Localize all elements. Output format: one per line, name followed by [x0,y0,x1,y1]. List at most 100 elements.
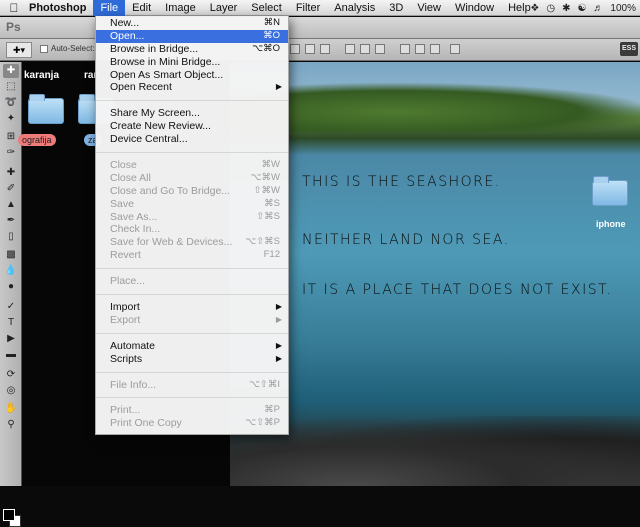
menu-filter[interactable]: Filter [289,0,327,16]
gradient-tool-icon[interactable]: ▩ [3,248,19,262]
menu-item-automate[interactable]: Automate ▶ [96,340,288,353]
eyedropper-tool-icon[interactable]: ✑ [3,146,19,160]
eraser-tool-icon[interactable]: ▯ [3,230,19,244]
wifi-icon[interactable]: ☯ [577,3,586,14]
tool-preset-picker[interactable]: ✚▾ [6,42,32,58]
type-tool-icon[interactable]: T [3,316,19,330]
distribute-hcenter-icon[interactable] [415,44,425,54]
menu-item-open-as-smart-object[interactable]: Open As Smart Object... [96,69,288,82]
menu-item-label: Close [110,159,137,172]
desktop-tag-label: ografija [18,134,56,146]
menu-separator [96,371,288,373]
auto-select-checkbox[interactable] [40,44,48,53]
auto-align-icon[interactable] [450,44,460,54]
move-tool-icon[interactable]: ✚ [3,64,19,78]
align-top-icon[interactable] [290,44,300,54]
battery-label[interactable]: 100% [610,3,636,14]
3d-orbit-tool-icon[interactable]: ◎ [3,384,19,398]
bluetooth-icon[interactable]: ✱ [562,3,570,14]
menu-item-label: Open... [110,29,145,42]
apple-menu-icon[interactable]:  [6,1,22,15]
menu-item-close[interactable]: Close ⌘W [96,159,288,172]
foreground-color-swatch[interactable] [3,509,15,521]
distribute-center-icon[interactable] [360,44,370,54]
menu-layer[interactable]: Layer [203,0,245,16]
clone-stamp-tool-icon[interactable]: ▲ [3,198,19,212]
menu-item-open-recent[interactable]: Open Recent ▶ [96,81,288,94]
document-canvas[interactable]: THIS IS THE SEASHORE. NEITHER LAND NOR S… [230,62,640,486]
pen-tool-icon[interactable]: ✓ [3,300,19,314]
menu-3d[interactable]: 3D [382,0,410,16]
poem-line-2: NEITHER LAND NOR SEA. [302,232,510,248]
menu-shortcut: F12 [263,249,280,261]
menu-item-create-new-review[interactable]: Create New Review... [96,120,288,133]
blur-tool-icon[interactable]: 💧 [3,264,19,278]
menu-item-device-central[interactable]: Device Central... [96,133,288,146]
menu-item-label: Open As Smart Object... [110,68,224,81]
ps-logo: Ps [6,20,21,34]
distribute-top-icon[interactable] [345,44,355,54]
menu-item-file-info[interactable]: File Info... ⌥⇧⌘I [96,379,288,392]
menu-item-print-one-copy[interactable]: Print One Copy ⌥⇧⌘P [96,417,288,430]
distribute-left-icon[interactable] [400,44,410,54]
extension-icon[interactable]: ❖ [530,3,539,14]
menu-item-revert[interactable]: Revert F12 [96,249,288,262]
menu-window[interactable]: Window [448,0,501,16]
submenu-arrow-icon: ▶ [275,353,282,363]
menu-shortcut: ⌘S [264,197,280,209]
menu-item-label: Print One Copy [110,417,182,430]
quick-select-tool-icon[interactable]: ✦ [3,112,19,126]
shape-tool-icon[interactable]: ▬ [3,348,19,362]
menu-select[interactable]: Select [244,0,289,16]
menu-separator [96,397,288,399]
3d-rotate-tool-icon[interactable]: ⟳ [3,368,19,382]
menu-file[interactable]: File [93,0,126,16]
align-bottom-icon[interactable] [320,44,330,54]
menu-item-share-my-screen[interactable]: Share My Screen... [96,107,288,120]
workspace-switcher[interactable]: ESS [620,42,638,56]
menu-item-label: Import [110,301,140,314]
poem-line-3: IT IS A PLACE THAT DOES NOT EXIST. [302,282,613,298]
distribute-right-icon[interactable] [430,44,440,54]
menu-item-save-as[interactable]: Save As... ⇧⌘S [96,211,288,224]
folder-icon[interactable] [28,94,64,124]
volume-icon[interactable]: ♬ [593,3,603,14]
menu-item-save-for-web[interactable]: Save for Web & Devices... ⌥⇧⌘S [96,236,288,249]
auto-select-option[interactable]: Auto-Select: [40,44,95,53]
distribute-bottom-icon[interactable] [375,44,385,54]
menu-item-save[interactable]: Save ⌘S [96,198,288,211]
menu-edit[interactable]: Edit [125,0,158,16]
time-machine-icon[interactable]: ◷ [546,3,555,14]
menu-item-import[interactable]: Import ▶ [96,301,288,314]
menu-item-open[interactable]: Open... ⌘O [96,29,288,43]
menu-item-export[interactable]: Export ▶ [96,314,288,327]
menu-item-check-in[interactable]: Check In... [96,223,288,236]
folder-icon[interactable] [592,176,628,206]
healing-brush-tool-icon[interactable]: ✚ [3,166,19,180]
brush-tool-icon[interactable]: ✐ [3,182,19,196]
menu-item-place[interactable]: Place... [96,275,288,288]
menu-item-browse-in-bridge[interactable]: Browse in Bridge... ⌥⌘O [96,43,288,56]
menu-item-new[interactable]: New... ⌘N [96,17,288,30]
menu-item-scripts[interactable]: Scripts ▶ [96,353,288,366]
menu-analysis[interactable]: Analysis [327,0,382,16]
marquee-tool-icon[interactable]: ⬚ [3,80,19,94]
menu-item-close-and-go-to-bridge[interactable]: Close and Go To Bridge... ⇧⌘W [96,185,288,198]
zoom-tool-icon[interactable]: ⚲ [3,418,19,432]
history-brush-tool-icon[interactable]: ✒ [3,214,19,228]
menu-item-browse-in-mini-bridge[interactable]: Browse in Mini Bridge... [96,56,288,69]
mac-menubar:  Photoshop File Edit Image Layer Select… [0,0,640,16]
foreground-rocks [230,416,640,486]
align-center-icon[interactable] [305,44,315,54]
lasso-tool-icon[interactable]: ➰ [3,96,19,110]
hand-tool-icon[interactable]: ✋ [3,402,19,416]
path-select-tool-icon[interactable]: ▶ [3,332,19,346]
dodge-tool-icon[interactable]: ● [3,280,19,294]
menu-item-close-all[interactable]: Close All ⌥⌘W [96,172,288,185]
crop-tool-icon[interactable]: ⊞ [3,130,19,144]
menu-item-label: Device Central... [110,133,188,146]
menu-image[interactable]: Image [158,0,203,16]
menu-app-photoshop[interactable]: Photoshop [22,0,93,16]
menu-item-print[interactable]: Print... ⌘P [96,404,288,417]
menu-view[interactable]: View [410,0,448,16]
